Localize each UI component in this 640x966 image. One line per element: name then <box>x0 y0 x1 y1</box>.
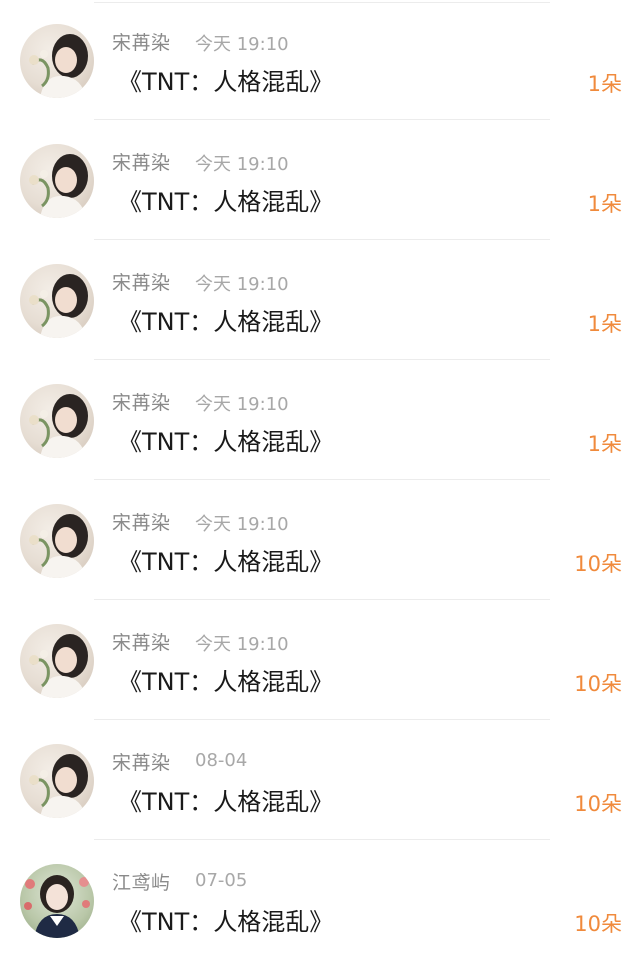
avatar-girl-flowers-icon <box>29 394 88 458</box>
sender-name: 宋苒染 <box>112 752 171 774</box>
avatar[interactable] <box>20 504 94 578</box>
avatar-girl-flowers-icon <box>29 634 88 698</box>
sender-name: 宋苒染 <box>112 152 171 174</box>
avatar-girl-tulips-icon <box>24 875 90 938</box>
book-title: 《TNT：人格混乱》 <box>118 188 334 216</box>
sender-name: 宋苒染 <box>112 272 171 294</box>
book-title: 《TNT：人格混乱》 <box>118 308 334 336</box>
flower-count: 1朵 <box>587 72 622 96</box>
avatar[interactable] <box>20 144 94 218</box>
list-item[interactable]: 宋苒染 今天 19:10 《TNT：人格混乱》 1朵 <box>0 240 640 360</box>
book-title: 《TNT：人格混乱》 <box>118 548 334 576</box>
list-item[interactable]: 江鸢屿 07-05 《TNT：人格混乱》 10朵 <box>0 840 640 960</box>
sender-name: 宋苒染 <box>112 512 171 534</box>
book-title: 《TNT：人格混乱》 <box>118 668 334 696</box>
flower-count: 1朵 <box>587 312 622 336</box>
gift-time: 今天 19:10 <box>195 634 289 655</box>
flower-count: 1朵 <box>587 192 622 216</box>
gift-time: 今天 19:10 <box>195 514 289 535</box>
flower-count: 10朵 <box>574 552 622 576</box>
avatar[interactable] <box>20 744 94 818</box>
sender-name: 宋苒染 <box>112 632 171 654</box>
sender-name: 江鸢屿 <box>112 872 171 894</box>
avatar-girl-flowers-icon <box>29 154 88 218</box>
gift-record-list: 宋苒染 今天 19:10 《TNT：人格混乱》 1朵 宋苒染 今天 19:10 … <box>0 0 640 966</box>
flower-count: 10朵 <box>574 912 622 936</box>
list-item[interactable]: 宋苒染 今天 19:10 《TNT：人格混乱》 1朵 <box>0 360 640 480</box>
flower-count: 10朵 <box>574 672 622 696</box>
list-item[interactable]: 宋苒染 今天 19:10 《TNT：人格混乱》 10朵 <box>0 480 640 600</box>
avatar[interactable] <box>20 24 94 98</box>
gift-time: 今天 19:10 <box>195 154 289 175</box>
book-title: 《TNT：人格混乱》 <box>118 428 334 456</box>
list-item[interactable]: 宋苒染 今天 19:10 《TNT：人格混乱》 1朵 <box>0 120 640 240</box>
avatar[interactable] <box>20 264 94 338</box>
avatar-girl-flowers-icon <box>29 274 88 338</box>
list-item[interactable]: 宋苒染 08-04 《TNT：人格混乱》 10朵 <box>0 720 640 840</box>
gift-time: 07-05 <box>195 870 248 891</box>
sender-name: 宋苒染 <box>112 32 171 54</box>
gift-time: 08-04 <box>195 750 248 771</box>
list-item[interactable]: 宋苒染 今天 19:10 《TNT：人格混乱》 10朵 <box>0 600 640 720</box>
book-title: 《TNT：人格混乱》 <box>118 68 334 96</box>
gift-time: 今天 19:10 <box>195 34 289 55</box>
book-title: 《TNT：人格混乱》 <box>118 908 334 936</box>
gift-time: 今天 19:10 <box>195 274 289 295</box>
avatar[interactable] <box>20 624 94 698</box>
list-item[interactable]: 宋苒染 今天 19:10 《TNT：人格混乱》 1朵 <box>0 0 640 120</box>
flower-count: 1朵 <box>587 432 622 456</box>
avatar-girl-flowers-icon <box>29 34 88 98</box>
avatar[interactable] <box>20 864 94 938</box>
flower-count: 10朵 <box>574 792 622 816</box>
avatar-girl-flowers-icon <box>29 754 88 818</box>
avatar-girl-flowers-icon <box>29 514 88 578</box>
sender-name: 宋苒染 <box>112 392 171 414</box>
book-title: 《TNT：人格混乱》 <box>118 788 334 816</box>
gift-time: 今天 19:10 <box>195 394 289 415</box>
avatar[interactable] <box>20 384 94 458</box>
